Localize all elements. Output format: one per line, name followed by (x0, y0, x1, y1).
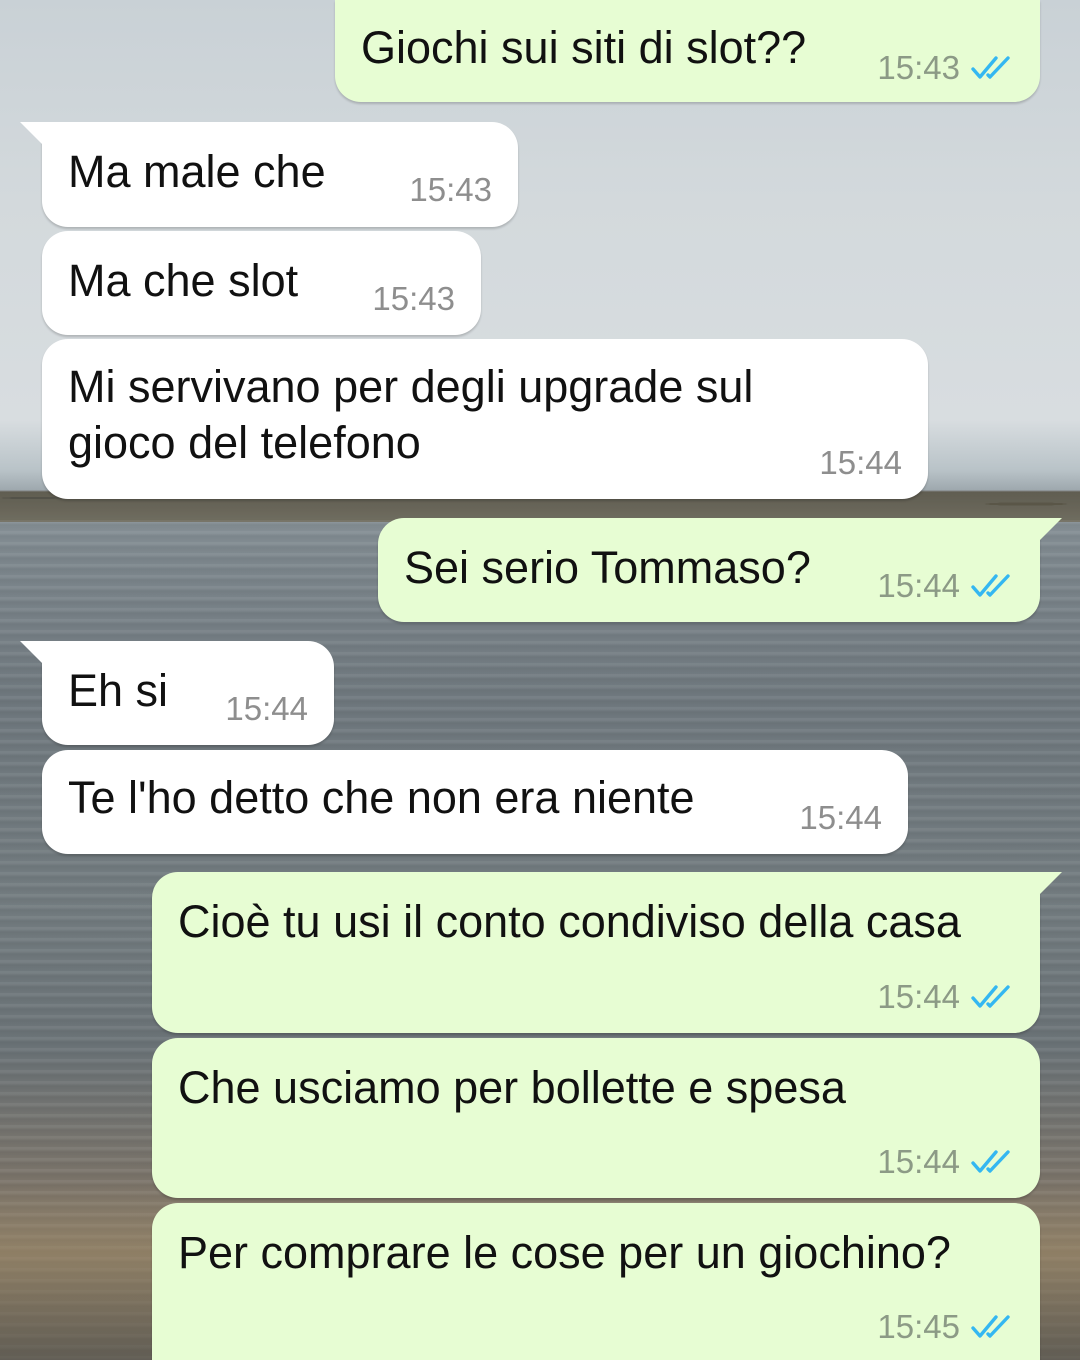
message-time: 15:45 (877, 1308, 960, 1345)
message-text: Sei serio Tommaso? (404, 542, 811, 593)
message-time: 15:44 (877, 567, 960, 604)
message-meta: 15:45 (877, 1309, 1014, 1345)
message-text: Eh si (68, 665, 169, 716)
double-check-read-icon (971, 56, 1010, 79)
message-text: Cioè tu usi il conto condiviso della cas… (178, 896, 961, 947)
message-text: Ma che slot (68, 255, 299, 306)
message-time: 15:44 (799, 799, 882, 836)
message-meta: 15:44 (877, 979, 1014, 1015)
message-bubble-outgoing[interactable]: Sei serio Tommaso? 15:44 (378, 518, 1062, 622)
message-time: 15:44 (225, 690, 308, 727)
message-meta: 15:43 (372, 281, 455, 317)
message-bubble-incoming[interactable]: Ma che slot 15:43 (42, 231, 481, 335)
message-text: Ma male che (68, 146, 326, 197)
message-bubble-incoming[interactable]: Te l'ho detto che non era niente 15:44 (42, 750, 908, 854)
message-bubble-outgoing[interactable]: Che usciamo per bollette e spesa 15:44 (152, 1038, 1040, 1198)
message-text: Mi servivano per degli upgrade sul gioco… (68, 361, 754, 468)
message-bubble-outgoing[interactable]: Cioè tu usi il conto condiviso della cas… (152, 872, 1062, 1033)
message-time: 15:44 (877, 1143, 960, 1180)
message-meta: 15:43 (409, 172, 492, 208)
message-text: Te l'ho detto che non era niente (68, 772, 695, 823)
double-check-read-icon (971, 1150, 1010, 1173)
message-meta: 15:44 (877, 1144, 1014, 1180)
message-meta: 15:44 (877, 568, 1014, 604)
message-bubble-incoming[interactable]: Eh si 15:44 (20, 641, 334, 745)
message-bubble-incoming[interactable]: Ma male che 15:43 (20, 122, 518, 227)
message-bubble-outgoing[interactable]: Per comprare le cose per un giochino? 15… (152, 1203, 1040, 1360)
message-bubble-outgoing[interactable]: Giochi sui siti di slot?? 15:43 (335, 0, 1040, 102)
message-meta: 15:43 (877, 50, 1014, 86)
message-text: Per comprare le cose per un giochino? (178, 1227, 951, 1278)
message-text: Che usciamo per bollette e spesa (178, 1062, 846, 1113)
message-time: 15:43 (372, 280, 455, 317)
message-meta: 15:44 (225, 691, 308, 727)
message-time: 15:44 (877, 978, 960, 1015)
message-time: 15:43 (877, 49, 960, 86)
message-time: 15:44 (819, 444, 902, 481)
message-meta: 15:44 (819, 445, 902, 481)
message-meta: 15:44 (799, 800, 882, 836)
message-bubble-incoming[interactable]: Mi servivano per degli upgrade sul gioco… (42, 339, 928, 499)
message-time: 15:43 (409, 171, 492, 208)
double-check-read-icon (971, 574, 1010, 597)
message-text: Giochi sui siti di slot?? (361, 22, 807, 73)
double-check-read-icon (971, 985, 1010, 1008)
double-check-read-icon (971, 1315, 1010, 1338)
